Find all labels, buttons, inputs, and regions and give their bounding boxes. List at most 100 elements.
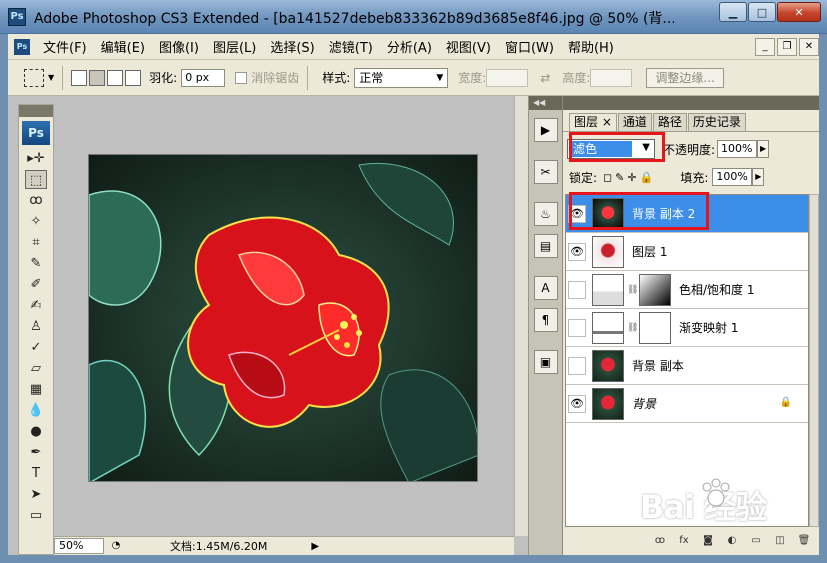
menu-select[interactable]: 选择(S) (263, 37, 321, 56)
link-layers-icon[interactable]: ꝏ (650, 532, 670, 550)
document-canvas-area[interactable] (54, 96, 514, 536)
maximize-button[interactable]: □ (748, 2, 776, 22)
new-group-icon[interactable]: ▭ (746, 532, 766, 550)
height-input[interactable] (590, 68, 633, 87)
fill-input[interactable]: 100% (712, 168, 753, 186)
blur-tool-icon[interactable]: 💧 (25, 401, 47, 420)
eyedropper-tool-icon[interactable]: ✎ (25, 254, 47, 273)
chevron-down-icon[interactable]: ▼ (48, 73, 54, 82)
marquee-preset-icon[interactable] (24, 68, 44, 87)
adjustment-layer-icon[interactable]: ◐ (722, 532, 742, 550)
layer-name: 渐变映射 1 (679, 321, 739, 335)
path-selection-tool-icon[interactable]: ➤ (25, 485, 47, 504)
layers-scrollbar[interactable] (809, 194, 819, 527)
menu-edit[interactable]: 编辑(E) (94, 37, 152, 56)
gradient-tool-icon[interactable]: ▦ (25, 380, 47, 399)
pen-tool-icon[interactable]: ✒ (25, 443, 47, 462)
doc-restore-button[interactable]: ❐ (777, 37, 797, 56)
paragraph-panel-icon[interactable]: ¶ (533, 308, 558, 332)
menu-analysis[interactable]: 分析(A) (380, 37, 439, 56)
trash-icon[interactable]: 🗑 (794, 532, 814, 550)
document-window-controls: _ ❐ ✕ (753, 37, 819, 56)
add-mask-icon[interactable]: ◙ (698, 532, 718, 550)
menu-help[interactable]: 帮助(H) (561, 37, 621, 56)
eye-icon[interactable]: 👁 (568, 318, 586, 337)
menu-view[interactable]: 视图(V) (439, 37, 498, 56)
doc-minimize-button[interactable]: _ (755, 37, 775, 56)
intersect-selection-icon[interactable] (125, 69, 142, 86)
tab-channels[interactable]: 通道 (617, 113, 652, 131)
tab-paths[interactable]: 路径 (652, 113, 687, 131)
toolbox-header[interactable] (19, 105, 53, 117)
move-tool-icon[interactable]: ▸✛ (25, 149, 47, 168)
opacity-input[interactable]: 100% (717, 140, 758, 158)
status-menu-icon[interactable]: ◔ (108, 538, 124, 554)
history-brush-tool-icon[interactable]: ✓ (25, 338, 47, 357)
layers-panel-header[interactable] (563, 96, 819, 110)
opacity-slider-arrow-icon[interactable]: ▶ (757, 140, 770, 158)
healing-brush-tool-icon[interactable]: ✐ (25, 275, 47, 294)
magic-wand-tool-icon[interactable]: ✧ (25, 212, 47, 231)
eye-icon[interactable]: 👁 (568, 280, 586, 299)
width-input[interactable] (486, 68, 529, 87)
app-icon: Ps (8, 8, 26, 26)
feather-input[interactable]: 0 px (181, 68, 226, 87)
lock-options-icon[interactable]: ◻✎✛🔒 (603, 171, 656, 184)
new-selection-icon[interactable] (71, 69, 88, 86)
clone-stamp-tool-icon[interactable]: ♙ (25, 317, 47, 336)
rectangle-tool-icon[interactable]: ▭ (25, 506, 47, 525)
subtract-selection-icon[interactable] (107, 69, 124, 86)
eye-icon[interactable]: 👁 (568, 356, 586, 375)
dodge-tool-icon[interactable]: ● (25, 422, 47, 441)
swap-icon[interactable]: ⇄ (540, 71, 550, 85)
ps-logo[interactable]: Ps (22, 121, 50, 145)
menu-file[interactable]: 文件(F) (36, 37, 94, 56)
layer-row[interactable]: 👁 ⛓ 色相/饱和度 1 (566, 271, 808, 309)
menu-window[interactable]: 窗口(W) (498, 37, 561, 56)
layer-row[interactable]: 👁 ⛓ 渐变映射 1 (566, 309, 808, 347)
divider (307, 65, 309, 90)
minimize-button[interactable]: ▁ (719, 2, 747, 22)
new-layer-icon[interactable]: ◫ (770, 532, 790, 550)
marquee-tool-icon[interactable]: ⬚ (25, 170, 47, 189)
layer-row[interactable]: 👁 图层 1 (566, 233, 808, 271)
fill-slider-arrow-icon[interactable]: ▶ (752, 168, 765, 186)
menu-layer[interactable]: 图层(L) (206, 37, 263, 56)
brushes-panel-icon[interactable]: ♨ (533, 202, 558, 226)
actions-panel-icon[interactable]: ▶ (533, 118, 558, 142)
add-selection-icon[interactable] (89, 69, 106, 86)
eye-icon[interactable]: 👁 (568, 242, 586, 261)
close-button[interactable]: ✕ (777, 2, 821, 22)
style-select[interactable]: 正常 (354, 67, 449, 88)
document-vertical-scrollbar[interactable] (514, 96, 528, 536)
layer-style-icon[interactable]: fx (674, 532, 694, 550)
dock-header[interactable]: ◀◀ (529, 96, 562, 110)
character-panel-icon[interactable]: A (533, 276, 558, 300)
status-arrow-icon[interactable]: ▶ (311, 541, 319, 552)
doc-close-button[interactable]: ✕ (799, 37, 819, 56)
document-icon[interactable]: Ps (14, 38, 30, 55)
zoom-field[interactable]: 50% (54, 538, 104, 554)
tab-layers[interactable]: 图层 × (569, 113, 617, 131)
antialias-checkbox[interactable] (235, 71, 248, 84)
eraser-tool-icon[interactable]: ▱ (25, 359, 47, 378)
tool-presets-panel-icon[interactable]: ✂ (533, 160, 558, 184)
brush-tool-icon[interactable]: ✍ (25, 296, 47, 315)
layer-comps-panel-icon[interactable]: ▣ (533, 350, 558, 374)
layer-row[interactable]: 👁 背景 🔒 (566, 385, 808, 423)
type-tool-icon[interactable]: T (25, 464, 47, 483)
menu-image[interactable]: 图像(I) (152, 37, 206, 56)
divider (529, 142, 562, 152)
layer-row[interactable]: 👁 背景 副本 (566, 347, 808, 385)
canvas-image[interactable] (88, 154, 478, 482)
menu-filter[interactable]: 滤镜(T) (322, 37, 380, 56)
lock-label: 锁定: (569, 170, 598, 185)
refine-edge-button[interactable]: 调整边缘... (646, 67, 724, 88)
tab-history[interactable]: 历史记录 (687, 113, 746, 131)
clone-source-panel-icon[interactable]: ▤ (533, 234, 558, 258)
layer-name: 背景 副本 (632, 359, 684, 373)
layer-mask-thumbnail (639, 311, 671, 344)
eye-icon[interactable]: 👁 (568, 394, 586, 413)
crop-tool-icon[interactable]: ⌗ (25, 233, 47, 252)
lasso-tool-icon[interactable]: ꝏ (25, 191, 47, 210)
